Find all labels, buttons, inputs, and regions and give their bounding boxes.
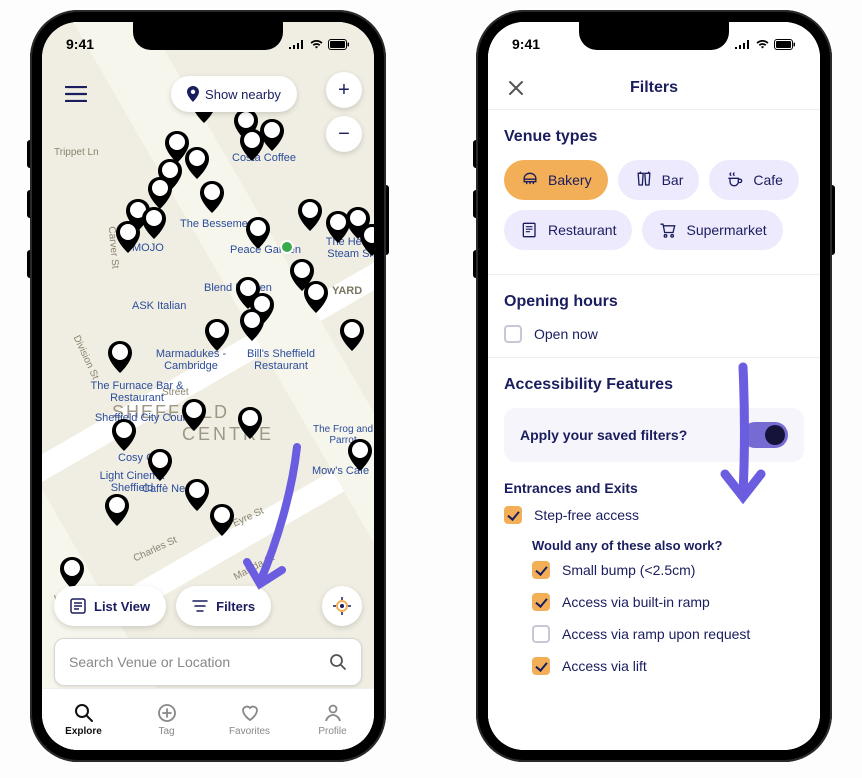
status-icons — [289, 39, 350, 50]
via-lift-row[interactable]: Access via lift — [504, 657, 804, 675]
step-free-label: Step-free access — [534, 507, 639, 523]
notch — [579, 22, 729, 50]
open-now-row[interactable]: Open now — [504, 325, 804, 343]
status-time: 9:41 — [66, 36, 94, 52]
search-input[interactable] — [69, 654, 329, 670]
ramp-request-label: Access via ramp upon request — [562, 626, 750, 642]
show-nearby-button[interactable]: Show nearby — [171, 76, 297, 112]
chip-bar[interactable]: Bar — [618, 160, 700, 200]
small-bump-label: Small bump (<2.5cm) — [562, 562, 695, 578]
phone-right: 9:41 Filters Venue types Bakery — [476, 10, 832, 762]
close-icon — [508, 80, 524, 96]
tab-profile[interactable]: Profile — [291, 689, 374, 750]
filters-icon — [192, 600, 208, 612]
profile-icon — [323, 703, 343, 723]
plus-circle-icon — [157, 703, 177, 723]
bakery-icon — [520, 170, 540, 190]
accessibility-heading: Accessibility Features — [504, 376, 804, 394]
status-time: 9:41 — [512, 36, 540, 52]
zoom-out-button[interactable]: − — [326, 116, 362, 152]
status-icons — [735, 39, 796, 50]
via-lift-label: Access via lift — [562, 658, 647, 674]
restaurant-icon — [520, 220, 540, 240]
list-view-button[interactable]: List View — [54, 586, 166, 626]
pin-icon — [187, 86, 199, 102]
tab-tag[interactable]: Tag — [125, 689, 208, 750]
tab-explore[interactable]: Explore — [42, 689, 125, 750]
heart-icon — [240, 703, 260, 723]
ramp-request-checkbox[interactable] — [532, 625, 550, 643]
menu-button[interactable] — [54, 72, 98, 116]
apply-saved-label: Apply your saved filters? — [520, 427, 687, 443]
small-bump-checkbox[interactable] — [532, 561, 550, 579]
tab-bar: Explore Tag Favorites Profile — [42, 688, 374, 750]
filters-label: Filters — [216, 599, 255, 614]
list-view-label: List View — [94, 599, 150, 614]
ramp-request-row[interactable]: Access via ramp upon request — [504, 625, 804, 643]
venue-types-heading: Venue types — [504, 128, 804, 146]
builtin-ramp-row[interactable]: Access via built-in ramp — [504, 593, 804, 611]
cafe-icon — [725, 170, 745, 190]
poi-bills: Bill's Sheffield Restaurant — [238, 348, 324, 372]
chip-bakery[interactable]: Bakery — [504, 160, 608, 200]
close-button[interactable] — [504, 76, 528, 100]
entrances-heading: Entrances and Exits — [504, 480, 804, 496]
poi-furnace: The Furnace Bar & Restaurant — [82, 380, 192, 404]
poi-yard: YARD — [332, 285, 362, 297]
search-bar[interactable] — [54, 638, 362, 686]
small-bump-row[interactable]: Small bump (<2.5cm) — [504, 561, 804, 579]
chip-cafe[interactable]: Cafe — [709, 160, 799, 200]
sub-question: Would any of these also work? — [504, 538, 804, 553]
list-icon — [70, 598, 86, 614]
supermarket-icon — [658, 220, 678, 240]
apply-saved-toggle[interactable] — [742, 422, 788, 448]
search-icon — [74, 703, 94, 723]
step-free-checkbox[interactable] — [504, 506, 522, 524]
step-free-row[interactable]: Step-free access — [504, 506, 804, 524]
zoom-in-button[interactable]: + — [326, 72, 362, 108]
tab-favorites[interactable]: Favorites — [208, 689, 291, 750]
filters-button[interactable]: Filters — [176, 586, 271, 626]
filters-title: Filters — [488, 79, 820, 97]
show-nearby-label: Show nearby — [205, 87, 281, 102]
bar-icon — [634, 170, 654, 190]
apply-saved-card: Apply your saved filters? — [504, 408, 804, 462]
filters-header: Filters — [488, 66, 820, 110]
open-now-checkbox[interactable] — [504, 325, 522, 343]
notch — [133, 22, 283, 50]
locate-button[interactable] — [322, 586, 362, 626]
chip-restaurant[interactable]: Restaurant — [504, 210, 632, 250]
opening-hours-heading: Opening hours — [504, 293, 804, 311]
park-marker — [280, 240, 294, 254]
chip-supermarket[interactable]: Supermarket — [642, 210, 782, 250]
phone-left: 9:41 SHEFFIELD CENTRE Trippet Ln Carver … — [30, 10, 386, 762]
builtin-ramp-checkbox[interactable] — [532, 593, 550, 611]
builtin-ramp-label: Access via built-in ramp — [562, 594, 710, 610]
open-now-label: Open now — [534, 326, 598, 342]
locate-icon — [333, 597, 351, 615]
poi-ask: ASK Italian — [132, 300, 186, 312]
via-lift-checkbox[interactable] — [532, 657, 550, 675]
search-icon — [329, 653, 347, 671]
poi-bessemer: The Bessemer — [180, 218, 252, 230]
